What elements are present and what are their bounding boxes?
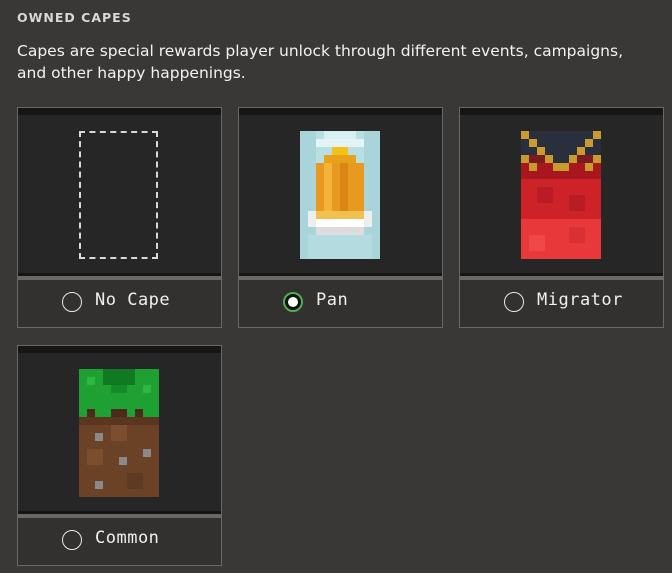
cape-option-migrator[interactable]: Migrator: [459, 107, 664, 328]
cape-footer: Migrator: [460, 276, 663, 327]
cape-footer: No Cape: [18, 276, 221, 327]
cape-preview: [18, 108, 221, 276]
cape-label: Pan: [316, 290, 349, 310]
radio-button-selected[interactable]: [283, 292, 303, 312]
pan-cape-icon: [300, 131, 380, 259]
migrator-cape-icon: [521, 131, 601, 259]
cape-label: Migrator: [537, 290, 623, 310]
radio-button[interactable]: [504, 292, 524, 312]
radio-button[interactable]: [62, 530, 82, 550]
cape-option-no-cape[interactable]: No Cape: [17, 107, 222, 328]
cape-footer: Common: [18, 514, 221, 565]
cape-option-pan[interactable]: Pan: [238, 107, 443, 328]
cape-option-common[interactable]: Common: [17, 345, 222, 566]
cape-label: No Cape: [95, 290, 171, 310]
cape-label: Common: [95, 528, 160, 548]
cape-preview: [18, 346, 221, 514]
section-description: Capes are special rewards player unlock …: [17, 42, 623, 82]
section-title: OWNED CAPES: [17, 10, 132, 25]
cape-preview: [239, 108, 442, 276]
radio-button[interactable]: [62, 292, 82, 312]
empty-slot-icon: [79, 131, 158, 259]
cape-preview: [460, 108, 663, 276]
common-cape-icon: [79, 369, 159, 497]
cape-footer: Pan: [239, 276, 442, 327]
